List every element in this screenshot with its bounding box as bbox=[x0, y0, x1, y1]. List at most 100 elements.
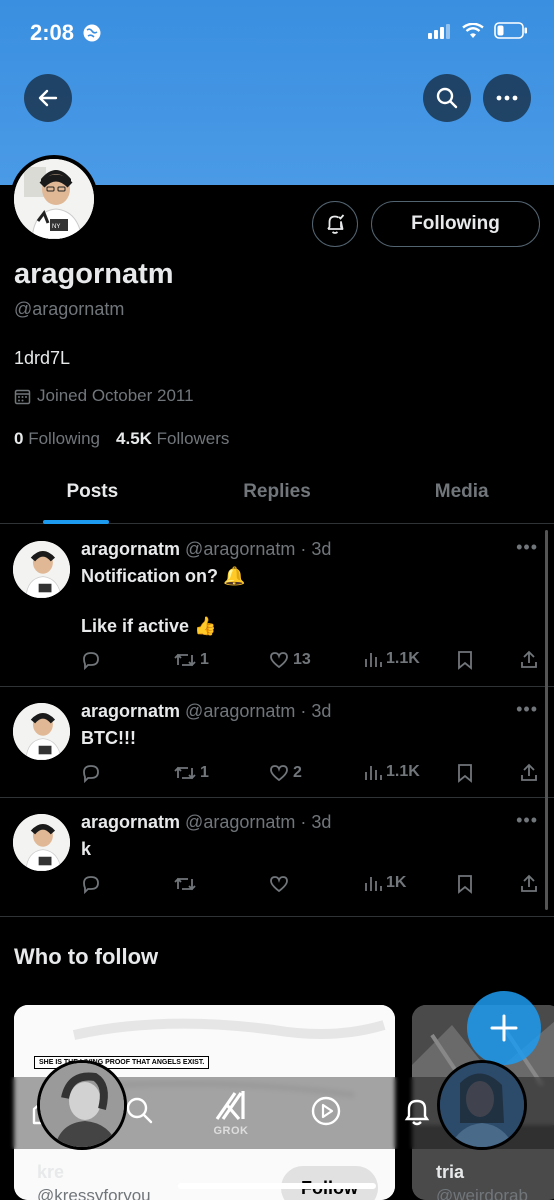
reply-button[interactable] bbox=[80, 873, 102, 895]
views-count: 1.1K bbox=[386, 650, 420, 667]
post-time: · 3d bbox=[300, 701, 332, 721]
post-header: aragornatm @aragornatm · 3d bbox=[81, 539, 331, 560]
like-button[interactable]: 2 bbox=[268, 762, 302, 784]
followers-stat[interactable]: 4.5K Followers bbox=[116, 429, 229, 449]
post-handle: @aragornatm bbox=[185, 812, 296, 832]
repost-button[interactable]: 1 bbox=[173, 649, 209, 671]
nav-grok[interactable]: GROK bbox=[213, 1089, 249, 1137]
heart-icon bbox=[270, 876, 288, 893]
post-more-icon[interactable]: ••• bbox=[516, 699, 538, 720]
followers-label: Followers bbox=[156, 429, 230, 448]
post-avatar[interactable] bbox=[13, 703, 70, 760]
grok-icon bbox=[215, 1091, 245, 1121]
search-icon bbox=[126, 1097, 153, 1124]
more-icon bbox=[496, 95, 518, 101]
post-handle: @aragornatm bbox=[185, 539, 296, 559]
post-actions: 1 2 1.1K bbox=[80, 762, 540, 786]
post-item[interactable]: aragornatm @aragornatm · 3d ••• Notifica… bbox=[0, 525, 554, 687]
like-button[interactable] bbox=[268, 873, 290, 895]
compose-post-button[interactable] bbox=[467, 991, 541, 1065]
post-time: · 3d bbox=[300, 812, 332, 832]
share-icon bbox=[521, 874, 537, 892]
search-button[interactable] bbox=[423, 74, 471, 122]
post-actions: 1K bbox=[80, 873, 540, 897]
bell-check-icon bbox=[327, 214, 345, 234]
svg-text:NY: NY bbox=[52, 224, 60, 230]
status-time-text: 2:08 bbox=[30, 20, 75, 45]
reply-button[interactable] bbox=[80, 649, 102, 671]
joined-date: Joined October 2011 bbox=[14, 386, 194, 406]
reply-button[interactable] bbox=[80, 762, 102, 784]
post-more-icon[interactable]: ••• bbox=[516, 810, 538, 831]
avatar-image bbox=[13, 703, 70, 760]
share-button[interactable] bbox=[518, 873, 540, 895]
bookmark-button[interactable] bbox=[455, 873, 475, 895]
post-header: aragornatm @aragornatm · 3d bbox=[81, 701, 331, 722]
views-count: 1.1K bbox=[386, 763, 420, 780]
post-avatar[interactable] bbox=[13, 814, 70, 871]
post-username[interactable]: aragornatm bbox=[81, 812, 180, 832]
bookmark-button[interactable] bbox=[455, 762, 475, 784]
grok-label: GROK bbox=[213, 1125, 249, 1137]
post-more-icon[interactable]: ••• bbox=[516, 537, 538, 558]
post-avatar[interactable] bbox=[13, 541, 70, 598]
notifications-button[interactable] bbox=[312, 201, 358, 247]
tab-posts[interactable]: Posts bbox=[0, 462, 185, 524]
following-stat[interactable]: 0 Following bbox=[14, 429, 100, 449]
views-button[interactable]: 1K bbox=[363, 873, 406, 893]
more-options-button[interactable] bbox=[483, 74, 531, 122]
views-icon bbox=[365, 653, 382, 667]
followers-count: 4.5K bbox=[116, 429, 152, 448]
views-icon bbox=[365, 766, 382, 780]
repost-button[interactable]: 1 bbox=[173, 762, 209, 784]
like-count: 13 bbox=[293, 651, 311, 668]
views-button[interactable]: 1.1K bbox=[363, 762, 420, 782]
bookmark-icon bbox=[458, 875, 472, 894]
like-button[interactable]: 13 bbox=[268, 649, 311, 671]
bookmark-icon bbox=[458, 764, 472, 783]
share-button[interactable] bbox=[518, 649, 540, 671]
views-icon bbox=[365, 877, 382, 891]
repost-icon bbox=[174, 653, 196, 667]
repost-count: 1 bbox=[200, 764, 209, 781]
suggestion-avatar[interactable] bbox=[37, 1060, 127, 1150]
tab-replies[interactable]: Replies bbox=[185, 462, 370, 523]
status-indicators bbox=[428, 22, 528, 39]
nav-notifications[interactable] bbox=[402, 1095, 432, 1127]
profile-tabs: Posts Replies Media bbox=[0, 462, 554, 524]
repost-button[interactable] bbox=[173, 873, 197, 895]
following-button[interactable]: Following bbox=[371, 201, 540, 247]
status-time: 2:08 bbox=[30, 20, 102, 46]
following-label: Following bbox=[28, 429, 101, 448]
post-username[interactable]: aragornatm bbox=[81, 701, 180, 721]
scrollbar[interactable] bbox=[545, 530, 548, 910]
avatar-image bbox=[40, 1063, 124, 1147]
avatar-image bbox=[13, 541, 70, 598]
repost-icon bbox=[174, 877, 196, 891]
tab-media[interactable]: Media bbox=[369, 462, 554, 523]
profile-avatar[interactable]: NY bbox=[10, 155, 98, 243]
post-item[interactable]: aragornatm @aragornatm · 3d ••• BTC!!! 1… bbox=[0, 688, 554, 798]
arrow-left-icon bbox=[38, 89, 58, 107]
wifi-icon bbox=[462, 22, 484, 38]
battery-icon bbox=[494, 22, 527, 39]
post-actions: 1 13 1.1K bbox=[80, 649, 540, 673]
suggestion-avatar[interactable] bbox=[437, 1060, 527, 1150]
calendar-icon bbox=[14, 389, 31, 404]
post-text-line: k bbox=[81, 839, 92, 859]
share-icon bbox=[521, 650, 537, 668]
post-item[interactable]: aragornatm @aragornatm · 3d ••• k 1K bbox=[0, 799, 554, 917]
post-username[interactable]: aragornatm bbox=[81, 539, 180, 559]
bookmark-button[interactable] bbox=[455, 649, 475, 671]
reply-icon bbox=[83, 876, 99, 895]
nav-video[interactable] bbox=[310, 1095, 342, 1127]
nav-search[interactable] bbox=[124, 1095, 154, 1125]
who-to-follow-title: Who to follow bbox=[14, 944, 159, 969]
back-button[interactable] bbox=[24, 74, 72, 122]
suggestion-name[interactable]: kre bbox=[37, 1162, 64, 1183]
views-button[interactable]: 1.1K bbox=[363, 649, 420, 669]
home-indicator[interactable] bbox=[178, 1183, 376, 1189]
share-button[interactable] bbox=[518, 762, 540, 784]
suggestion-name[interactable]: tria bbox=[436, 1162, 464, 1183]
signal-icon bbox=[428, 23, 450, 39]
